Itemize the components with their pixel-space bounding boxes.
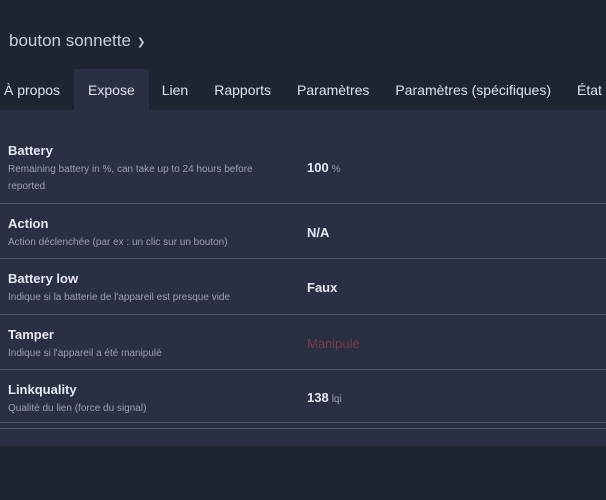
expose-row-action: Action Action déclenchée (par ex : un cl… [0, 204, 606, 259]
value-text: 100 [307, 160, 329, 175]
tab-specific-settings[interactable]: Paramètres (spécifiques) [382, 69, 564, 110]
expose-value: Manipulé [307, 336, 360, 351]
expose-label: Linkquality Qualité du lien (force du si… [8, 382, 278, 417]
expose-value: 100% [307, 160, 341, 175]
expose-label: Tamper Indique si l'appareil a été manip… [8, 327, 278, 362]
value-text: N/A [307, 225, 330, 240]
value-text: 138 [307, 390, 329, 405]
value-unit: lqi [331, 394, 342, 405]
expose-value: 138 lqi [307, 390, 342, 405]
expose-row-linkquality: Linkquality Qualité du lien (force du si… [0, 370, 606, 423]
tab-label: Paramètres [297, 81, 370, 98]
expose-name: Linkquality [8, 382, 77, 397]
expose-name: Tamper [8, 327, 54, 342]
expose-value: Faux [307, 280, 337, 295]
tab-label: Lien [161, 81, 189, 98]
expose-row-tamper: Tamper Indique si l'appareil a été manip… [0, 315, 606, 370]
tab-label: Rapports [214, 81, 272, 98]
tab-about[interactable]: À propos [0, 69, 74, 110]
divider [0, 428, 606, 429]
expose-list: Battery Remaining battery in %, can take… [0, 130, 606, 423]
tab-expose[interactable]: Expose [74, 69, 149, 110]
tab-link[interactable]: Lien [149, 69, 201, 110]
expose-label: Battery low Indique si la batterie de l'… [8, 271, 278, 306]
chevron-down-icon: ❯ [136, 36, 146, 48]
expose-value: N/A [307, 225, 329, 240]
value-text: Manipulé [307, 336, 360, 351]
expose-name: Battery [8, 143, 53, 158]
tab-label: Expose [88, 81, 135, 98]
expose-panel: Battery Remaining battery in %, can take… [0, 110, 606, 446]
expose-row-battery: Battery Remaining battery in %, can take… [0, 130, 606, 204]
expose-name: Action [8, 216, 49, 231]
expose-description: Remaining battery in %, can take up to 2… [8, 164, 253, 192]
value-unit: % [331, 164, 341, 175]
expose-label: Action Action déclenchée (par ex : un cl… [8, 216, 278, 251]
tab-settings[interactable]: Paramètres [284, 69, 382, 110]
tab-reports[interactable]: Rapports [201, 69, 284, 110]
expose-row-battery-low: Battery low Indique si la batterie de l'… [0, 259, 606, 315]
expose-description: Indique si l'appareil a été manipulé [8, 348, 162, 359]
expose-description: Action déclenchée (par ex : un clic sur … [8, 237, 228, 248]
expose-description: Qualité du lien (force du signal) [8, 403, 147, 414]
value-text: Faux [307, 280, 338, 295]
expose-name: Battery low [8, 271, 79, 286]
device-name-dropdown[interactable]: bouton sonnette ❯ [9, 31, 145, 51]
tab-state[interactable]: État [564, 69, 606, 110]
tab-label: À propos [4, 81, 61, 98]
tab-bar: À propos Expose Lien Rapports Paramètres… [0, 69, 606, 110]
device-name: bouton sonnette [9, 31, 131, 50]
tab-label: État [577, 81, 602, 98]
tab-label: Paramètres (spécifiques) [395, 81, 552, 98]
expose-description: Indique si la batterie de l'appareil est… [8, 292, 231, 303]
expose-label: Battery Remaining battery in %, can take… [8, 143, 278, 195]
